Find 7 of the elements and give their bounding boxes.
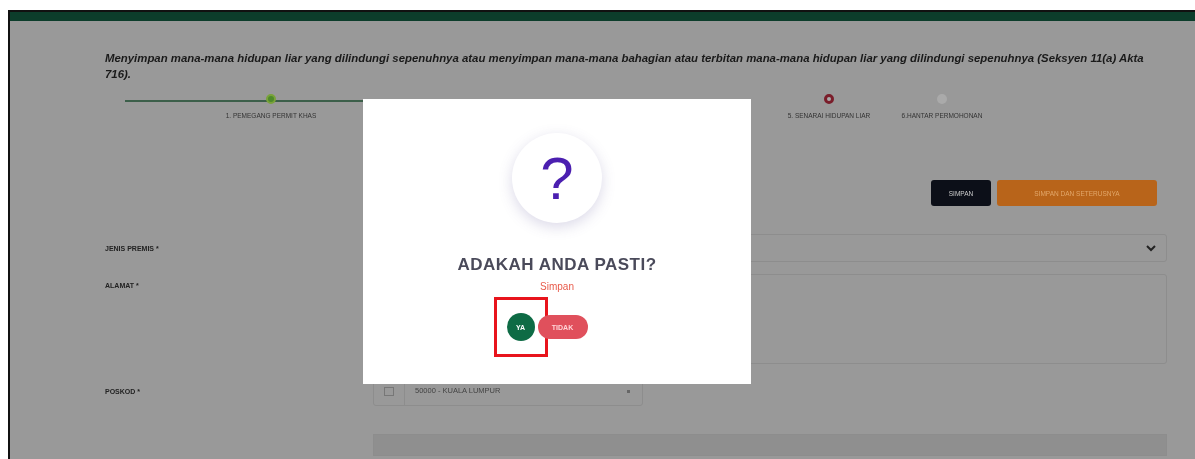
question-icon: ? (512, 133, 602, 223)
caret-icon (627, 389, 630, 393)
chevron-down-icon (1146, 244, 1156, 252)
list-icon (384, 386, 394, 396)
dialog-title: ADAKAH ANDA PASTI? (457, 255, 657, 275)
intro-text: Menyimpan mana-mana hidupan liar yang dilindungi sepenuhnya atau menyimpan mana-mana bahagian atau terbitan mana-mana hidupan liar yang dilindungi sepenuhnya (Seksyen 11(a) Akta 716). (105, 51, 1145, 82)
dialog-message: Simpan (540, 281, 574, 292)
